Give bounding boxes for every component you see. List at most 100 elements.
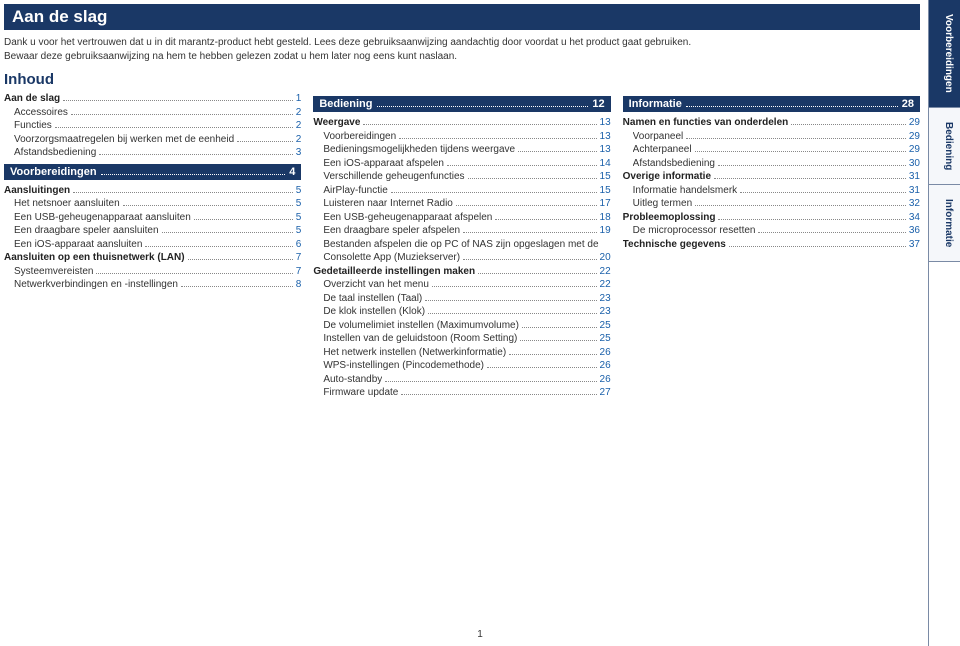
toc-entry-label: Een draagbare speler afspelen [323, 224, 460, 238]
page-container: Aan de slag Dank u voor het vertrouwen d… [0, 0, 960, 646]
toc-entry-label: Overzicht van het menu [323, 278, 429, 292]
toc-entry[interactable]: Probleemoplossing 34 [623, 211, 920, 225]
toc-section-page: 28 [902, 98, 914, 110]
toc-entry-page: 5 [296, 224, 302, 238]
toc-entry-label: Aan de slag [4, 92, 60, 106]
toc-entry[interactable]: De taal instellen (Taal)23 [313, 292, 610, 306]
toc-entry[interactable]: Het netsnoer aansluiten5 [4, 197, 301, 211]
toc-entry-page: 2 [296, 106, 302, 120]
toc-entry[interactable]: Een draagbare speler aansluiten 5 [4, 224, 301, 238]
toc-entry-label: De taal instellen (Taal) [323, 292, 422, 306]
toc-entry[interactable]: Een USB-geheugenapparaat aansluiten5 [4, 211, 301, 225]
toc-entry-label: Informatie handelsmerk [633, 184, 738, 198]
toc-entry-page: 15 [600, 184, 611, 198]
toc-entry-page: 26 [600, 359, 611, 373]
toc-entry-page: 6 [296, 238, 302, 252]
toc-entry[interactable]: Verschillende geheugenfuncties15 [313, 170, 610, 184]
toc-entry-label: Het netsnoer aansluiten [14, 197, 120, 211]
toc-section-page: 12 [592, 98, 604, 110]
toc-leader-dots [463, 259, 596, 260]
toc-entry[interactable]: Afstandsbediening3 [4, 146, 301, 160]
toc-entry[interactable]: Aansluiten op een thuisnetwerk (LAN)7 [4, 251, 301, 265]
toc-entry[interactable]: De volumelimiet instellen (Maximumvolume… [313, 319, 610, 333]
toc-entry[interactable]: WPS-instellingen (Pincodemethode)26 [313, 359, 610, 373]
toc-entry[interactable]: Aan de slag1 [4, 92, 301, 106]
toc-leader-dots [385, 381, 596, 382]
toc-entry-label: Firmware update [323, 386, 398, 400]
side-tab[interactable]: Bediening [929, 108, 960, 185]
toc-columns: Aan de slag1Accessoires 2Functies2Voorzor… [4, 92, 920, 400]
toc-entry-label: Overige informatie [623, 170, 711, 184]
toc-entry[interactable]: Informatie handelsmerk31 [623, 184, 920, 198]
toc-entry-label: Achterpaneel [633, 143, 692, 157]
toc-entry-label: De microprocessor resetten [633, 224, 756, 238]
toc-section-header[interactable]: Informatie28 [623, 96, 920, 112]
toc-entry[interactable]: De microprocessor resetten36 [623, 224, 920, 238]
toc-entry[interactable]: Overige informatie31 [623, 170, 920, 184]
toc-entry[interactable]: Gedetailleerde instellingen maken22 [313, 265, 610, 279]
main-content: Aan de slag Dank u voor het vertrouwen d… [0, 0, 928, 646]
toc-entry[interactable]: Afstandsbediening30 [623, 157, 920, 171]
toc-entry-label: Namen en functies van onderdelen [623, 116, 789, 130]
toc-entry-label: Netwerkverbindingen en -instellingen [14, 278, 178, 292]
toc-entry[interactable]: Aansluitingen5 [4, 184, 301, 198]
toc-entry[interactable]: Uitleg termen32 [623, 197, 920, 211]
toc-leader-dots [181, 286, 293, 287]
toc-entry-page: 13 [600, 143, 611, 157]
toc-entry[interactable]: AirPlay-functie15 [313, 184, 610, 198]
toc-entry[interactable]: Een iOS-apparaat aansluiten6 [4, 238, 301, 252]
toc-leader-dots [432, 286, 597, 287]
toc-entry[interactable]: Voorpaneel29 [623, 130, 920, 144]
toc-entry[interactable]: Consolette App (Muziekserver)20 [313, 251, 610, 265]
toc-entry-label: Accessoires [14, 106, 68, 120]
toc-entry-page: 34 [909, 211, 920, 225]
toc-entry[interactable]: Systeemvereisten7 [4, 265, 301, 279]
toc-entry[interactable]: Accessoires 2 [4, 106, 301, 120]
toc-entry-page: 2 [296, 119, 302, 133]
toc-leader-dots [740, 192, 906, 193]
toc-entry[interactable]: Weergave13 [313, 116, 610, 130]
toc-entry[interactable]: Functies2 [4, 119, 301, 133]
toc-leader-dots [729, 246, 906, 247]
toc-leader-dots [425, 300, 596, 301]
toc-entry[interactable]: Instellen van de geluidstoon (Room Setti… [313, 332, 610, 346]
toc-entry-label: Probleemoplossing [623, 211, 716, 225]
toc-entry-page: 8 [296, 278, 302, 292]
toc-entry-label: Bedieningsmogelijkheden tijdens weergave [323, 143, 515, 157]
toc-entry[interactable]: Auto-standby26 [313, 373, 610, 387]
toc-entry[interactable]: Firmware update 27 [313, 386, 610, 400]
toc-entry-page: 29 [909, 116, 920, 130]
toc-entry[interactable]: Luisteren naar Internet Radio17 [313, 197, 610, 211]
toc-entry-page: 27 [600, 386, 611, 400]
toc-entry[interactable]: Achterpaneel29 [623, 143, 920, 157]
toc-section-page: 4 [289, 166, 295, 178]
toc-entry[interactable]: Voorbereidingen13 [313, 130, 610, 144]
toc-entry[interactable]: De klok instellen (Klok)23 [313, 305, 610, 319]
side-tab[interactable]: Informatie [929, 185, 960, 262]
toc-entry[interactable]: Een iOS-apparaat afspelen14 [313, 157, 610, 171]
toc-entry-label: Auto-standby [323, 373, 382, 387]
intro-line-1: Dank u voor het vertrouwen dat u in dit … [4, 36, 920, 50]
toc-section-header[interactable]: Voorbereidingen4 [4, 164, 301, 180]
toc-entry[interactable]: Voorzorgsmaatregelen bij werken met de e… [4, 133, 301, 147]
toc-entry[interactable]: Een USB-geheugenapparaat afspelen18 [313, 211, 610, 225]
toc-entry-page: 22 [600, 278, 611, 292]
toc-entry[interactable]: Het netwerk instellen (Netwerkinformatie… [313, 346, 610, 360]
toc-entry[interactable]: Netwerkverbindingen en -instellingen 8 [4, 278, 301, 292]
toc-leader-dots [73, 192, 293, 193]
toc-entry-label: Een USB-geheugenapparaat afspelen [323, 211, 492, 225]
toc-entry[interactable]: Namen en functies van onderdelen 29 [623, 116, 920, 130]
toc-column-1: Aan de slag1Accessoires 2Functies2Voorzor… [4, 92, 301, 400]
toc-entry[interactable]: Technische gegevens37 [623, 238, 920, 252]
toc-section-header[interactable]: Bediening12 [313, 96, 610, 112]
toc-entry[interactable]: Bedieningsmogelijkheden tijdens weergave… [313, 143, 610, 157]
side-tabs: VoorbereidingenBedieningInformatie [928, 0, 960, 646]
toc-leader-dots [758, 232, 905, 233]
toc-leader-dots [123, 205, 293, 206]
toc-entry[interactable]: Een draagbare speler afspelen19 [313, 224, 610, 238]
toc-entry-label: Afstandsbediening [633, 157, 715, 171]
side-tab[interactable]: Voorbereidingen [929, 0, 960, 108]
toc-entry-label: Een draagbare speler aansluiten [14, 224, 159, 238]
toc-leader-dots [188, 259, 293, 260]
toc-entry[interactable]: Overzicht van het menu 22 [313, 278, 610, 292]
